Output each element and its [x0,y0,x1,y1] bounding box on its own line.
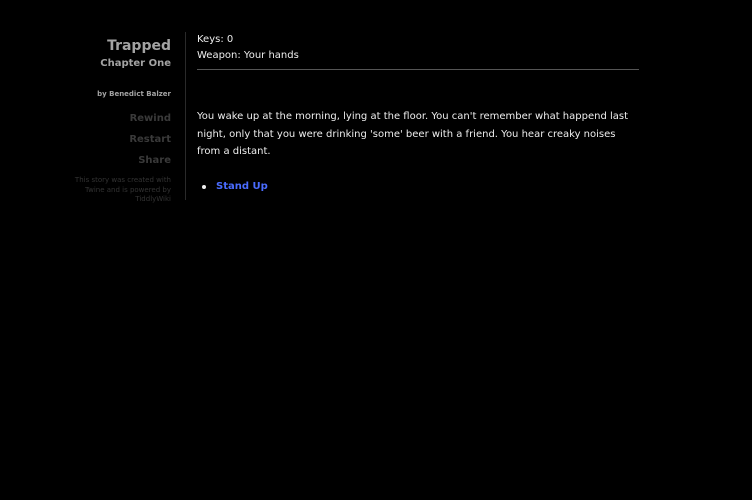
bullet-icon [202,184,206,189]
sidebar: Trapped Chapter One by Benedict Balzer R… [0,32,171,205]
passage-area: Keys: 0 Weapon: Your hands You wake up a… [197,32,639,194]
story-subtitle: Chapter One [100,58,171,69]
rewind-button[interactable]: Rewind [0,113,171,125]
passage-text: You wake up at the morning, lying at the… [197,111,629,157]
list-item: Stand Up [197,180,639,194]
restart-button[interactable]: Restart [0,134,171,146]
story-title: Trapped [107,38,171,54]
stand-up-link[interactable]: Stand Up [216,181,268,192]
weapon-status: Weapon: Your hands [197,50,299,61]
credits-text: This story was created with Twine and is… [74,176,171,203]
choice-list: Stand Up [197,180,639,194]
sidebar-divider [185,32,186,200]
story-author: by Benedict Balzer [97,90,171,98]
keys-counter: Keys: 0 [197,34,234,45]
sidebar-menu: Rewind Restart Share [0,113,171,167]
status-divider [197,69,639,70]
share-button[interactable]: Share [0,155,171,167]
